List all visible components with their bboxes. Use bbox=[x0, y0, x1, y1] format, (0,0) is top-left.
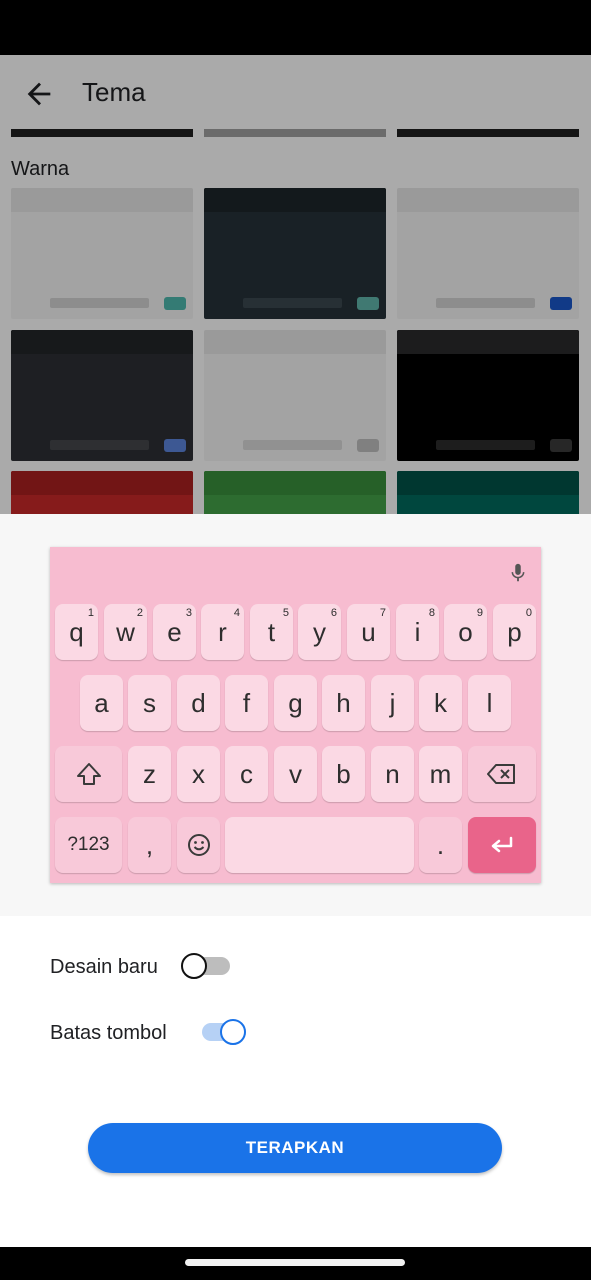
new-design-switch[interactable] bbox=[180, 951, 232, 981]
backspace-key[interactable] bbox=[468, 746, 536, 802]
key-g[interactable]: g bbox=[274, 675, 317, 731]
key-h[interactable]: h bbox=[322, 675, 365, 731]
key-border-switch[interactable] bbox=[196, 1017, 248, 1047]
key-r[interactable]: r4 bbox=[201, 604, 244, 660]
new-design-label: Desain baru bbox=[50, 956, 158, 978]
shift-key[interactable] bbox=[55, 746, 122, 802]
key-u[interactable]: u7 bbox=[347, 604, 390, 660]
enter-key[interactable] bbox=[468, 817, 536, 873]
key-border-label: Batas tombol bbox=[50, 1022, 167, 1044]
theme-picker-background: Tema Warna bbox=[0, 55, 591, 514]
period-key[interactable]: . bbox=[419, 817, 462, 873]
keyboard-preview: q1 w2 e3 r4 t5 y6 u7 i8 o9 p0 a s d f g … bbox=[50, 547, 541, 883]
backspace-icon bbox=[487, 764, 515, 784]
key-x[interactable]: x bbox=[177, 746, 220, 802]
key-e[interactable]: e3 bbox=[153, 604, 196, 660]
shift-icon bbox=[76, 763, 101, 785]
key-j[interactable]: j bbox=[371, 675, 414, 731]
symbols-key[interactable]: ?123 bbox=[55, 817, 122, 873]
keyboard-preview-area: q1 w2 e3 r4 t5 y6 u7 i8 o9 p0 a s d f g … bbox=[0, 514, 591, 916]
home-indicator[interactable] bbox=[185, 1259, 405, 1266]
key-p[interactable]: p0 bbox=[493, 604, 536, 660]
comma-key[interactable]: , bbox=[128, 817, 171, 873]
key-l[interactable]: l bbox=[468, 675, 511, 731]
theme-preview-sheet: q1 w2 e3 r4 t5 y6 u7 i8 o9 p0 a s d f g … bbox=[0, 514, 591, 1247]
apply-button[interactable]: TERAPKAN bbox=[88, 1123, 502, 1173]
scrim-overlay[interactable] bbox=[0, 55, 591, 514]
key-q[interactable]: q1 bbox=[55, 604, 98, 660]
key-i[interactable]: i8 bbox=[396, 604, 439, 660]
key-z[interactable]: z bbox=[128, 746, 171, 802]
emoji-key[interactable] bbox=[177, 817, 220, 873]
key-m[interactable]: m bbox=[419, 746, 462, 802]
key-s[interactable]: s bbox=[128, 675, 171, 731]
key-b[interactable]: b bbox=[322, 746, 365, 802]
key-w[interactable]: w2 bbox=[104, 604, 147, 660]
key-o[interactable]: o9 bbox=[444, 604, 487, 660]
key-y[interactable]: y6 bbox=[298, 604, 341, 660]
key-f[interactable]: f bbox=[225, 675, 268, 731]
key-k[interactable]: k bbox=[419, 675, 462, 731]
key-v[interactable]: v bbox=[274, 746, 317, 802]
key-n[interactable]: n bbox=[371, 746, 414, 802]
key-t[interactable]: t5 bbox=[250, 604, 293, 660]
status-bar bbox=[0, 0, 591, 55]
key-d[interactable]: d bbox=[177, 675, 220, 731]
spacebar[interactable] bbox=[225, 817, 414, 873]
enter-icon bbox=[491, 836, 513, 853]
emoji-icon bbox=[187, 834, 210, 856]
microphone-icon bbox=[511, 563, 525, 582]
key-a[interactable]: a bbox=[80, 675, 123, 731]
navigation-bar bbox=[0, 1247, 591, 1280]
key-c[interactable]: c bbox=[225, 746, 268, 802]
